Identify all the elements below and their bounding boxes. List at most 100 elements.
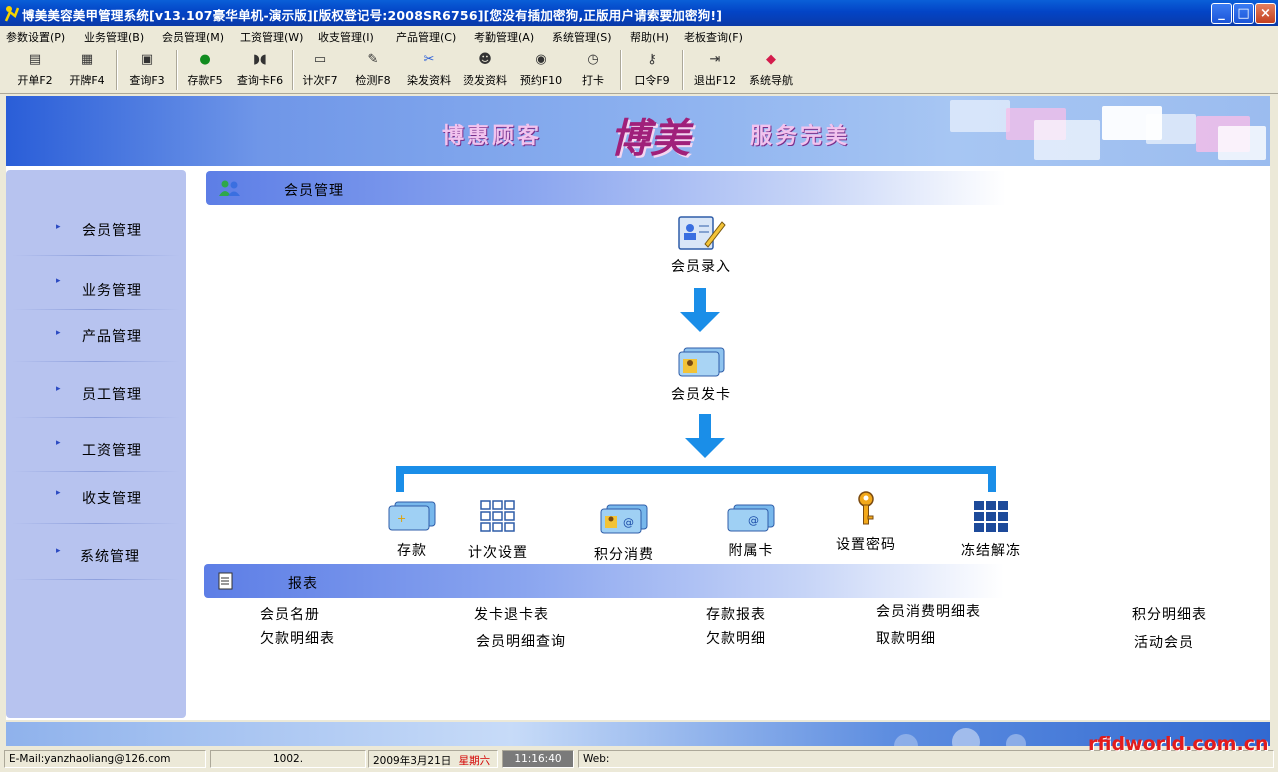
perm-icon: ☻ (478, 52, 492, 67)
clock-icon: ◷ (587, 52, 599, 67)
toolbar-separator (682, 50, 684, 90)
freeze-node[interactable]: 冻结解冻 (950, 500, 1032, 560)
report-section-title: 报表 (288, 576, 318, 592)
status-time: 11:16:40 (502, 750, 574, 768)
toolbar-navigation-button[interactable]: ◆ 系统导航 (744, 50, 798, 92)
toolbar-count-button[interactable]: ▭ 计次F7 (298, 50, 342, 92)
menu-finance[interactable]: 收支管理(I) (318, 29, 374, 45)
report-withdrawal[interactable]: 取款明细 (876, 628, 936, 648)
sidebar-item-staff[interactable]: ▸ 员工管理 (6, 364, 186, 418)
banner-deco (1218, 126, 1266, 160)
status-bar: E-Mail:yanzhaoliang@126.com 1002. 2009年3… (0, 748, 1278, 772)
report-member-detail-query[interactable]: 会员明细查询 (476, 631, 566, 651)
nav-icon: ◆ (766, 52, 776, 67)
member-section-title: 会员管理 (284, 183, 344, 199)
report-card-issue-return[interactable]: 发卡退卡表 (474, 604, 549, 624)
counter-icon: ▭ (313, 52, 327, 67)
grid-settings-icon (480, 500, 515, 532)
count-settings-label: 计次设置 (468, 545, 528, 561)
menu-product[interactable]: 产品管理(C) (396, 29, 456, 45)
menu-system[interactable]: 系统管理(S) (552, 29, 612, 45)
sidebar-item-system[interactable]: ▸ 系统管理 (6, 526, 186, 580)
set-password-node[interactable]: 设置密码 (826, 490, 906, 554)
menu-salary[interactable]: 工资管理(W) (240, 29, 303, 45)
toolbar-dye-button[interactable]: ✂ 染发资料 (402, 50, 456, 92)
bullet-icon: ▸ (56, 488, 61, 498)
bullet-icon: ▸ (56, 384, 61, 394)
toolbar-separator (620, 50, 622, 90)
main-panel (6, 166, 1270, 720)
toolbar-exit-button[interactable]: ⇥ 退出F12 (690, 50, 740, 92)
member-entry-node[interactable]: 会员录入 (656, 214, 746, 276)
bullet-icon: ▸ (56, 222, 61, 232)
bill-icon: ▤ (28, 52, 42, 67)
banner-deco (1146, 114, 1196, 144)
banner-deco (950, 100, 1010, 132)
points-node[interactable]: @ 积分消费 (582, 504, 666, 564)
report-member-consumption[interactable]: 会员消费明细表 (876, 601, 981, 621)
deposit-node[interactable]: + 存款 (384, 500, 440, 560)
freeze-label: 冻结解冻 (961, 543, 1021, 559)
menu-bar: 参数设置(P) 业务管理(B) 会员管理(M) 工资管理(W) 收支管理(I) … (0, 26, 1278, 46)
toolbar-card-button[interactable]: ▦ 开牌F4 (64, 50, 110, 92)
toolbar-separator (292, 50, 294, 90)
binoculars-icon: ◗◖ (253, 52, 267, 67)
exit-icon: ⇥ (709, 52, 721, 67)
issue-card-node[interactable]: 会员发卡 (656, 346, 746, 404)
set-password-label: 设置密码 (836, 537, 896, 553)
sub-card-node[interactable]: @ 附属卡 (718, 504, 784, 560)
maximize-button[interactable]: □ (1233, 3, 1254, 24)
bullet-icon: ▸ (56, 328, 61, 338)
sidebar-item-business[interactable]: ▸ 业务管理 (6, 256, 186, 310)
flow-arrow-shaft (699, 414, 711, 438)
member-card-icon (678, 347, 725, 377)
toolbar-appointment-button[interactable]: ◉ 预约F10 (516, 50, 566, 92)
toolbar-clock-in-button[interactable]: ◷ 打卡 (576, 50, 610, 92)
close-button[interactable]: × (1255, 3, 1276, 24)
menu-help[interactable]: 帮助(H) (630, 29, 669, 45)
toolbar-query-button[interactable]: ▣ 查询F3 (122, 50, 172, 92)
banner: 博惠顾客 博美 服务完美 (6, 96, 1270, 166)
toolbar-password-button[interactable]: ⚷ 口令F9 (628, 50, 676, 92)
menu-business[interactable]: 业务管理(B) (84, 29, 144, 45)
probe-icon: ✎ (367, 52, 379, 67)
sidebar-item-salary[interactable]: ▸ 工资管理 (6, 418, 186, 472)
status-date: 2009年3月21日 (373, 755, 452, 767)
sidebar: ▸ 会员管理 ▸ 业务管理 ▸ 产品管理 ▸ 员工管理 ▸ 工资管理 ▸ 收支管… (6, 170, 186, 718)
menu-attendance[interactable]: 考勤管理(A) (474, 29, 534, 45)
report-deposit[interactable]: 存款报表 (706, 604, 766, 624)
toolbar-check-button[interactable]: ✎ 检测F8 (350, 50, 396, 92)
menu-boss-query[interactable]: 老板查询(F) (684, 29, 743, 45)
status-weekday: 星期六 (458, 755, 491, 767)
menu-params[interactable]: 参数设置(P) (6, 29, 65, 45)
freeze-grid-icon (974, 501, 1008, 532)
member-entry-label: 会员录入 (671, 259, 731, 275)
report-section-header: 报表 (204, 564, 1004, 598)
toolbar-perm-button[interactable]: ☻ 烫发资料 (458, 50, 512, 92)
sidebar-item-member[interactable]: ▸ 会员管理 (6, 202, 186, 256)
menu-member[interactable]: 会员管理(M) (162, 29, 224, 45)
bullet-icon: ▸ (56, 438, 61, 448)
title-bar: 博美美容美甲管理系统[v13.107豪华单机-演示版][版权登记号:2008SR… (0, 0, 1278, 26)
divider (12, 523, 180, 524)
count-settings-node[interactable]: 计次设置 (456, 500, 540, 562)
report-points-detail[interactable]: 积分明细表 (1132, 604, 1207, 624)
report-arrears-detail[interactable]: 欠款明细表 (260, 628, 335, 648)
minimize-button[interactable]: _ (1211, 3, 1232, 24)
member-section-header: 会员管理 (206, 171, 1006, 205)
toolbar-separator (176, 50, 178, 90)
toolbar-deposit-button[interactable]: ● 存款F5 (182, 50, 228, 92)
branch-leg (396, 466, 404, 492)
query-icon: ▣ (140, 52, 154, 67)
watermark: rfidworld.com.cn (1088, 733, 1269, 755)
banner-slogan-left: 博惠顾客 (442, 123, 543, 149)
toolbar-query-card-button[interactable]: ◗◖ 查询卡F6 (232, 50, 288, 92)
report-active-members[interactable]: 活动会员 (1134, 632, 1194, 652)
sidebar-item-finance[interactable]: ▸ 收支管理 (6, 470, 186, 524)
report-arrears[interactable]: 欠款明细 (706, 628, 766, 648)
sidebar-item-product[interactable]: ▸ 产品管理 (6, 308, 186, 362)
flow-arrow-head (685, 438, 725, 458)
report-member-roster[interactable]: 会员名册 (260, 604, 320, 624)
toolbar-bill-button[interactable]: ▤ 开单F2 (12, 50, 58, 92)
app-logo-icon (4, 6, 20, 22)
